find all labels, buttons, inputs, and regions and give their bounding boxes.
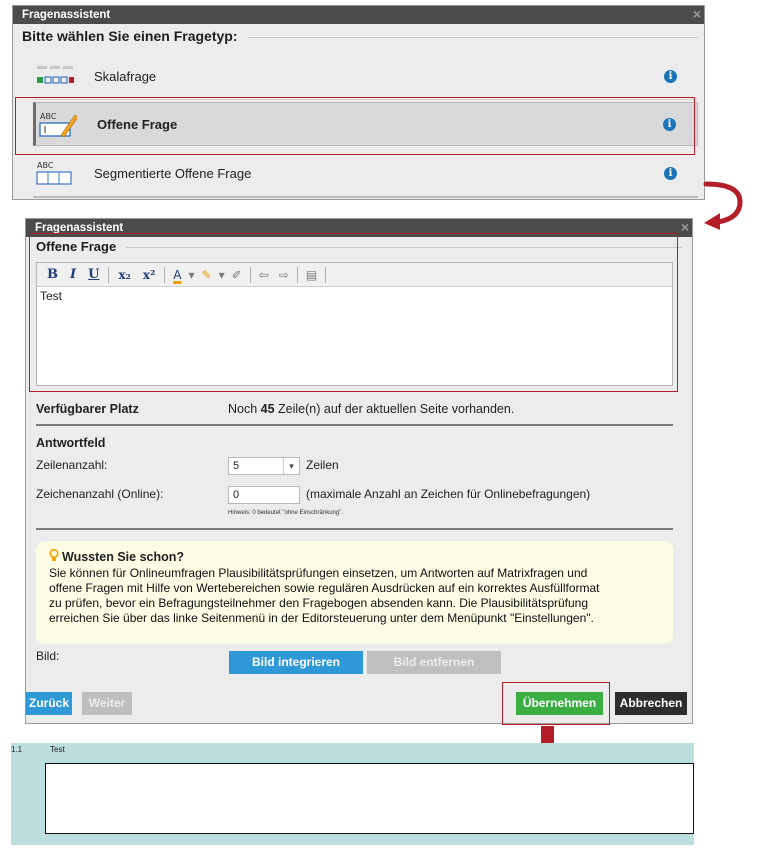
curved-arrow-icon: [700, 178, 748, 233]
info-icon[interactable]: i: [663, 117, 676, 131]
answer-box: [45, 763, 694, 834]
tip-text: Sie können für Onlineumfragen Plausibili…: [49, 566, 663, 626]
tip-line: erreichen Sie über das linke Seitenmenü …: [49, 611, 594, 625]
italic-button[interactable]: I: [64, 266, 82, 284]
chevron-down-icon[interactable]: ▾: [187, 266, 197, 284]
rows-unit: Zeilen: [306, 458, 339, 472]
integrate-image-button[interactable]: Bild integrieren: [229, 651, 363, 674]
tip-line: offene Fragen mit Hilfe von Wertebereich…: [49, 581, 600, 595]
superscript-button[interactable]: x²: [137, 266, 161, 284]
chevron-down-icon[interactable]: ▾: [217, 266, 227, 284]
open-question-icon: ABC: [39, 109, 79, 139]
info-icon[interactable]: i: [664, 69, 677, 83]
question-type-scale[interactable]: Skalafrage i: [33, 54, 698, 98]
info-icon[interactable]: i: [664, 166, 677, 180]
question-type-label: Skalafrage: [94, 68, 157, 84]
cancel-button[interactable]: Abbrechen: [615, 692, 687, 715]
chars-label: Zeichenanzahl (Online):: [36, 487, 164, 501]
rows-label: Zeilenanzahl:: [36, 458, 108, 472]
close-icon[interactable]: ×: [681, 219, 689, 236]
rows-select-value: 5: [233, 460, 240, 472]
chevron-down-icon: ▾: [283, 458, 299, 474]
question-preview: 1.1 Test: [11, 743, 694, 845]
question-type-legend: Bitte wählen Sie einen Fragetyp:: [22, 28, 248, 44]
open-question-dialog: Fragenassistent × Offene Frage B I U x₂ …: [25, 218, 693, 724]
apply-button[interactable]: Übernehmen: [516, 692, 603, 715]
answer-field-heading: Antwortfeld: [36, 436, 106, 450]
open-question-legend: Offene Frage: [36, 239, 127, 254]
dialog-titlebar: Fragenassistent ×: [26, 219, 692, 237]
toolbar-separator: [249, 266, 251, 283]
dialog-titlebar: Fragenassistent ×: [13, 6, 704, 24]
did-you-know-box: Wussten Sie schon? Sie können für Online…: [36, 541, 673, 644]
chars-note: (maximale Anzahl an Zeichen für Onlinebe…: [306, 487, 591, 501]
paste-icon[interactable]: ▤: [301, 266, 322, 284]
chars-hint: Hinweis: 0 bedeutet "ohne Einschränkung"…: [228, 510, 343, 516]
clear-format-icon[interactable]: ✐: [227, 266, 247, 284]
toolbar-separator: [108, 266, 110, 283]
segmented-question-icon: ABC: [36, 158, 74, 188]
question-type-dialog: Fragenassistent × Bitte wählen Sie einen…: [12, 5, 705, 200]
legend-divider: [36, 247, 682, 248]
available-space-text: Noch 45 Zeile(n) auf der aktuellen Seite…: [228, 402, 514, 416]
close-icon[interactable]: ×: [693, 6, 701, 23]
available-prefix: Noch: [228, 402, 261, 416]
divider: [36, 528, 673, 530]
rows-select[interactable]: 5 ▾: [228, 457, 300, 475]
available-count: 45: [260, 402, 275, 416]
tip-title: Wussten Sie schon?: [62, 550, 185, 564]
rich-text-editor: B I U x₂ x² A ▾ ✎ ▾ ✐ ⇦ ⇨ ▤ Test: [36, 262, 673, 386]
tip-heading: Wussten Sie schon?: [49, 548, 663, 565]
dialog-title: Fragenassistent: [22, 9, 111, 21]
editor-content[interactable]: Test: [37, 287, 672, 305]
bold-button[interactable]: B: [41, 266, 64, 284]
subscript-button[interactable]: x₂: [112, 266, 136, 284]
divider: [33, 99, 698, 100]
redo-icon[interactable]: ⇨: [274, 266, 294, 284]
divider: [36, 424, 673, 426]
svg-text:ABC: ABC: [37, 161, 54, 170]
available-suffix: Zeile(n) auf der aktuellen Seite vorhand…: [274, 402, 515, 416]
question-type-label: Offene Frage: [97, 116, 178, 132]
toolbar-separator: [164, 266, 166, 283]
divider: [33, 196, 698, 198]
tip-line: zu prüfen, bevor ein Befragungsteilnehme…: [49, 596, 589, 610]
highlight-button[interactable]: ✎: [197, 266, 217, 284]
tip-line: Sie können für Onlineumfragen Plausibili…: [49, 566, 588, 580]
question-number: 1.1: [11, 745, 23, 754]
chars-input[interactable]: 0: [228, 486, 300, 504]
scale-question-icon: [36, 61, 74, 91]
back-button[interactable]: Zurück: [26, 692, 72, 715]
toolbar-separator: [296, 266, 298, 283]
toolbar-separator: [325, 266, 327, 283]
remove-image-button[interactable]: Bild entfernen: [367, 651, 501, 674]
question-type-label: Segmentierte Offene Frage: [94, 165, 252, 181]
dialog-title: Fragenassistent: [35, 222, 124, 234]
next-button[interactable]: Weiter: [82, 692, 132, 715]
available-space-label: Verfügbarer Platz: [36, 402, 139, 416]
image-label: Bild:: [36, 649, 60, 663]
underline-button[interactable]: U: [82, 266, 105, 284]
lightbulb-icon: [49, 548, 59, 565]
question-type-open[interactable]: ABC Offene Frage i: [33, 102, 698, 146]
question-text: Test: [50, 745, 65, 754]
svg-text:ABC: ABC: [40, 112, 57, 121]
editor-toolbar: B I U x₂ x² A ▾ ✎ ▾ ✐ ⇦ ⇨ ▤: [37, 263, 672, 287]
font-color-button[interactable]: A: [168, 266, 186, 284]
question-type-segmented[interactable]: ABC Segmentierte Offene Frage i: [33, 151, 698, 195]
undo-icon[interactable]: ⇦: [254, 266, 274, 284]
